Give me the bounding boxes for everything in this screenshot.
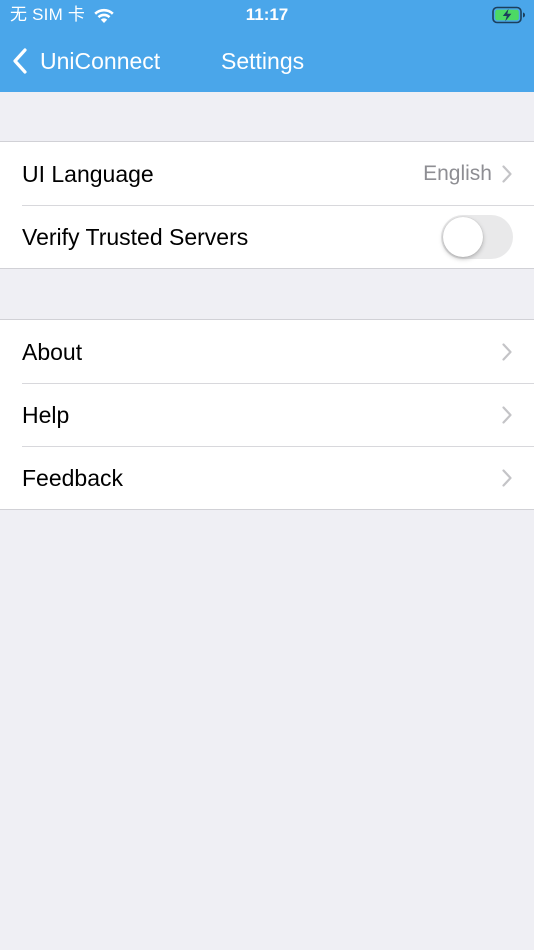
settings-group-info: About Help Feedback xyxy=(0,319,534,510)
chevron-right-icon xyxy=(502,469,512,487)
about-label: About xyxy=(22,338,83,365)
chevron-right-icon xyxy=(502,406,512,424)
verify-trusted-servers-toggle[interactable] xyxy=(441,215,513,259)
chevron-left-icon xyxy=(13,48,27,74)
navigation-bar: UniConnect Settings xyxy=(0,30,534,92)
ui-language-label: UI Language xyxy=(22,160,154,187)
help-label: Help xyxy=(22,402,70,428)
status-time: 11:17 xyxy=(245,5,289,24)
toggle-knob xyxy=(443,217,483,257)
verify-trusted-servers-row: Verify Trusted Servers xyxy=(22,205,534,268)
help-row[interactable]: Help xyxy=(22,383,534,446)
settings-group-general: UI Language English Verify Trusted Serve… xyxy=(0,141,534,269)
ui-language-row[interactable]: UI Language English xyxy=(0,142,534,205)
feedback-row[interactable]: Feedback xyxy=(22,446,534,509)
battery-charging-icon xyxy=(492,6,525,24)
feedback-label: Feedback xyxy=(22,465,124,491)
header: 无 SIM 卡 11:17 UniConnect Settings xyxy=(0,0,534,92)
ui-language-value: English xyxy=(423,161,492,185)
back-button-label: UniConnect xyxy=(40,48,161,74)
chevron-right-icon xyxy=(502,342,512,361)
page-title: Settings xyxy=(221,48,305,74)
back-button[interactable]: UniConnect xyxy=(10,44,160,78)
status-bar: 无 SIM 卡 11:17 xyxy=(0,0,534,30)
chevron-right-icon xyxy=(502,164,512,183)
about-row[interactable]: About xyxy=(0,320,534,383)
verify-trusted-servers-label: Verify Trusted Servers xyxy=(22,224,249,250)
